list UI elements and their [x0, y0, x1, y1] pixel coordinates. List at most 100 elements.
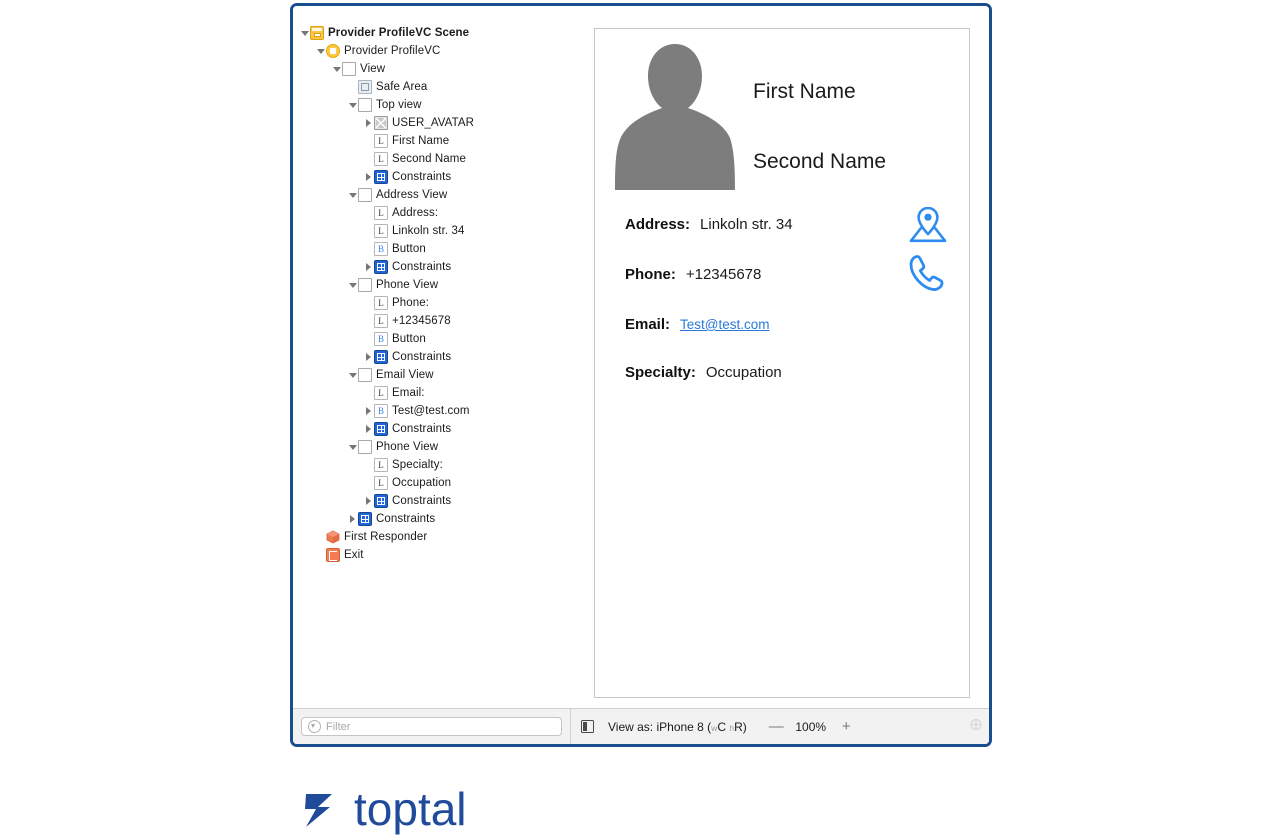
chevron-right-icon[interactable] — [363, 173, 374, 181]
label-icon: L — [374, 134, 388, 148]
view-icon — [358, 98, 372, 112]
outline-row[interactable]: B Button — [293, 330, 570, 348]
interface-builder-window: Provider ProfileVC Scene Provider Profile… — [290, 3, 992, 747]
first-responder-icon — [326, 530, 340, 544]
outline-row-label: First Responder — [344, 531, 428, 543]
outline-row[interactable]: Constraints — [293, 348, 570, 366]
outline-row[interactable]: View — [293, 60, 570, 78]
chevron-down-icon[interactable] — [299, 31, 310, 36]
zoom-out-button[interactable]: — — [769, 719, 784, 734]
outline-row-label: Address View — [376, 189, 448, 201]
chevron-down-icon[interactable] — [347, 103, 358, 108]
specialty-row: Specialty: Occupation — [625, 364, 782, 381]
constraints-icon — [374, 494, 388, 508]
filter-area: Filter — [293, 717, 570, 736]
outline-row-label: Constraints — [392, 495, 452, 507]
outline-row[interactable]: B Button — [293, 240, 570, 258]
outline-row[interactable]: L Linkoln str. 34 — [293, 222, 570, 240]
label-icon: L — [374, 224, 388, 238]
outline-row[interactable]: Exit — [293, 546, 570, 564]
email-value-link[interactable]: Test@test.com — [680, 317, 769, 332]
outline-row[interactable]: L +12345678 — [293, 312, 570, 330]
view-icon — [358, 368, 372, 382]
constraints-icon — [358, 512, 372, 526]
outline-row[interactable]: L Specialty: — [293, 456, 570, 474]
user-avatar-image[interactable] — [614, 38, 736, 190]
outline-row[interactable]: L Second Name — [293, 150, 570, 168]
outline-row[interactable]: Email View — [293, 366, 570, 384]
device-preview[interactable]: First Name Second Name Address: Linkoln … — [594, 28, 970, 698]
outline-row[interactable]: L Email: — [293, 384, 570, 402]
label-icon: L — [374, 458, 388, 472]
outline-row-label: Occupation — [392, 477, 452, 489]
chevron-down-icon[interactable] — [347, 193, 358, 198]
outline-row[interactable]: L Address: — [293, 204, 570, 222]
address-key-label: Address: — [625, 216, 691, 233]
map-pin-icon[interactable] — [909, 206, 947, 248]
chevron-down-icon[interactable] — [347, 445, 358, 450]
outline-row[interactable]: L Phone: — [293, 294, 570, 312]
chevron-right-icon[interactable] — [363, 425, 374, 433]
zoom-in-button[interactable]: + — [840, 719, 853, 734]
view-icon — [358, 188, 372, 202]
document-outline-pane[interactable]: Provider ProfileVC Scene Provider Profile… — [293, 6, 570, 708]
phone-call-icon[interactable] — [907, 253, 947, 298]
chevron-right-icon[interactable] — [363, 353, 374, 361]
outline-row-label: Constraints — [392, 171, 452, 183]
chevron-right-icon[interactable] — [363, 119, 374, 127]
outline-row-label: USER_AVATAR — [392, 117, 475, 129]
outline-row[interactable]: L Occupation — [293, 474, 570, 492]
chevron-down-icon[interactable] — [347, 373, 358, 378]
view-as-width-class: C — [717, 719, 726, 734]
pane-toggle-icon[interactable] — [581, 720, 594, 733]
chevron-down-icon[interactable] — [347, 283, 358, 288]
outline-row[interactable]: Safe Area — [293, 78, 570, 96]
view-as-label[interactable]: View as: iPhone 8 (wC hR) — [608, 720, 747, 734]
view-controller-icon — [326, 44, 340, 58]
outline-row-label: Email: — [392, 387, 425, 399]
outline-row[interactable]: Constraints — [293, 510, 570, 528]
outline-row-label: Constraints — [392, 423, 452, 435]
adjust-editor-icon[interactable] — [969, 717, 983, 736]
toptal-mark-icon — [302, 785, 354, 835]
outline-row[interactable]: Top view — [293, 96, 570, 114]
chevron-right-icon[interactable] — [363, 497, 374, 505]
outline-row[interactable]: Constraints — [293, 420, 570, 438]
outline-row-label: Test@test.com — [392, 405, 470, 417]
email-row: Email: Test@test.com — [625, 316, 770, 333]
constraints-icon — [374, 260, 388, 274]
outline-row-label: Constraints — [376, 513, 436, 525]
view-icon — [358, 440, 372, 454]
chevron-right-icon[interactable] — [347, 515, 358, 523]
outline-row[interactable]: Constraints — [293, 258, 570, 276]
view-as-suffix: ) — [742, 719, 747, 734]
outline-row[interactable]: Provider ProfileVC Scene — [293, 24, 570, 42]
outline-row[interactable]: Phone View — [293, 276, 570, 294]
outline-row[interactable]: Constraints — [293, 168, 570, 186]
chevron-right-icon[interactable] — [363, 407, 374, 415]
canvas-pane[interactable]: First Name Second Name Address: Linkoln … — [570, 6, 989, 708]
screenshot-root: Provider ProfileVC Scene Provider Profile… — [0, 0, 1281, 835]
outline-row[interactable]: Address View — [293, 186, 570, 204]
outline-row[interactable]: L First Name — [293, 132, 570, 150]
constraints-icon — [374, 422, 388, 436]
outline-row[interactable]: Constraints — [293, 492, 570, 510]
outline-row-label: Phone: — [392, 297, 430, 309]
outline-row[interactable]: Provider ProfileVC — [293, 42, 570, 60]
zoom-controls: — 100% + — [769, 719, 853, 734]
scene-icon — [310, 26, 324, 40]
outline-row[interactable]: B Test@test.com — [293, 402, 570, 420]
toptal-wordmark: toptal — [354, 784, 472, 835]
chevron-right-icon[interactable] — [363, 263, 374, 271]
outline-row[interactable]: USER_AVATAR — [293, 114, 570, 132]
chevron-down-icon[interactable] — [331, 67, 342, 72]
top-view: First Name Second Name — [595, 29, 969, 197]
chevron-down-icon[interactable] — [315, 49, 326, 54]
outline-row-label: Provider ProfileVC Scene — [328, 27, 470, 39]
filter-input[interactable]: Filter — [301, 717, 562, 736]
outline-row[interactable]: Phone View — [293, 438, 570, 456]
constraints-icon — [374, 170, 388, 184]
outline-row[interactable]: First Responder — [293, 528, 570, 546]
button-icon: B — [374, 242, 388, 256]
email-key-label: Email: — [625, 316, 671, 333]
